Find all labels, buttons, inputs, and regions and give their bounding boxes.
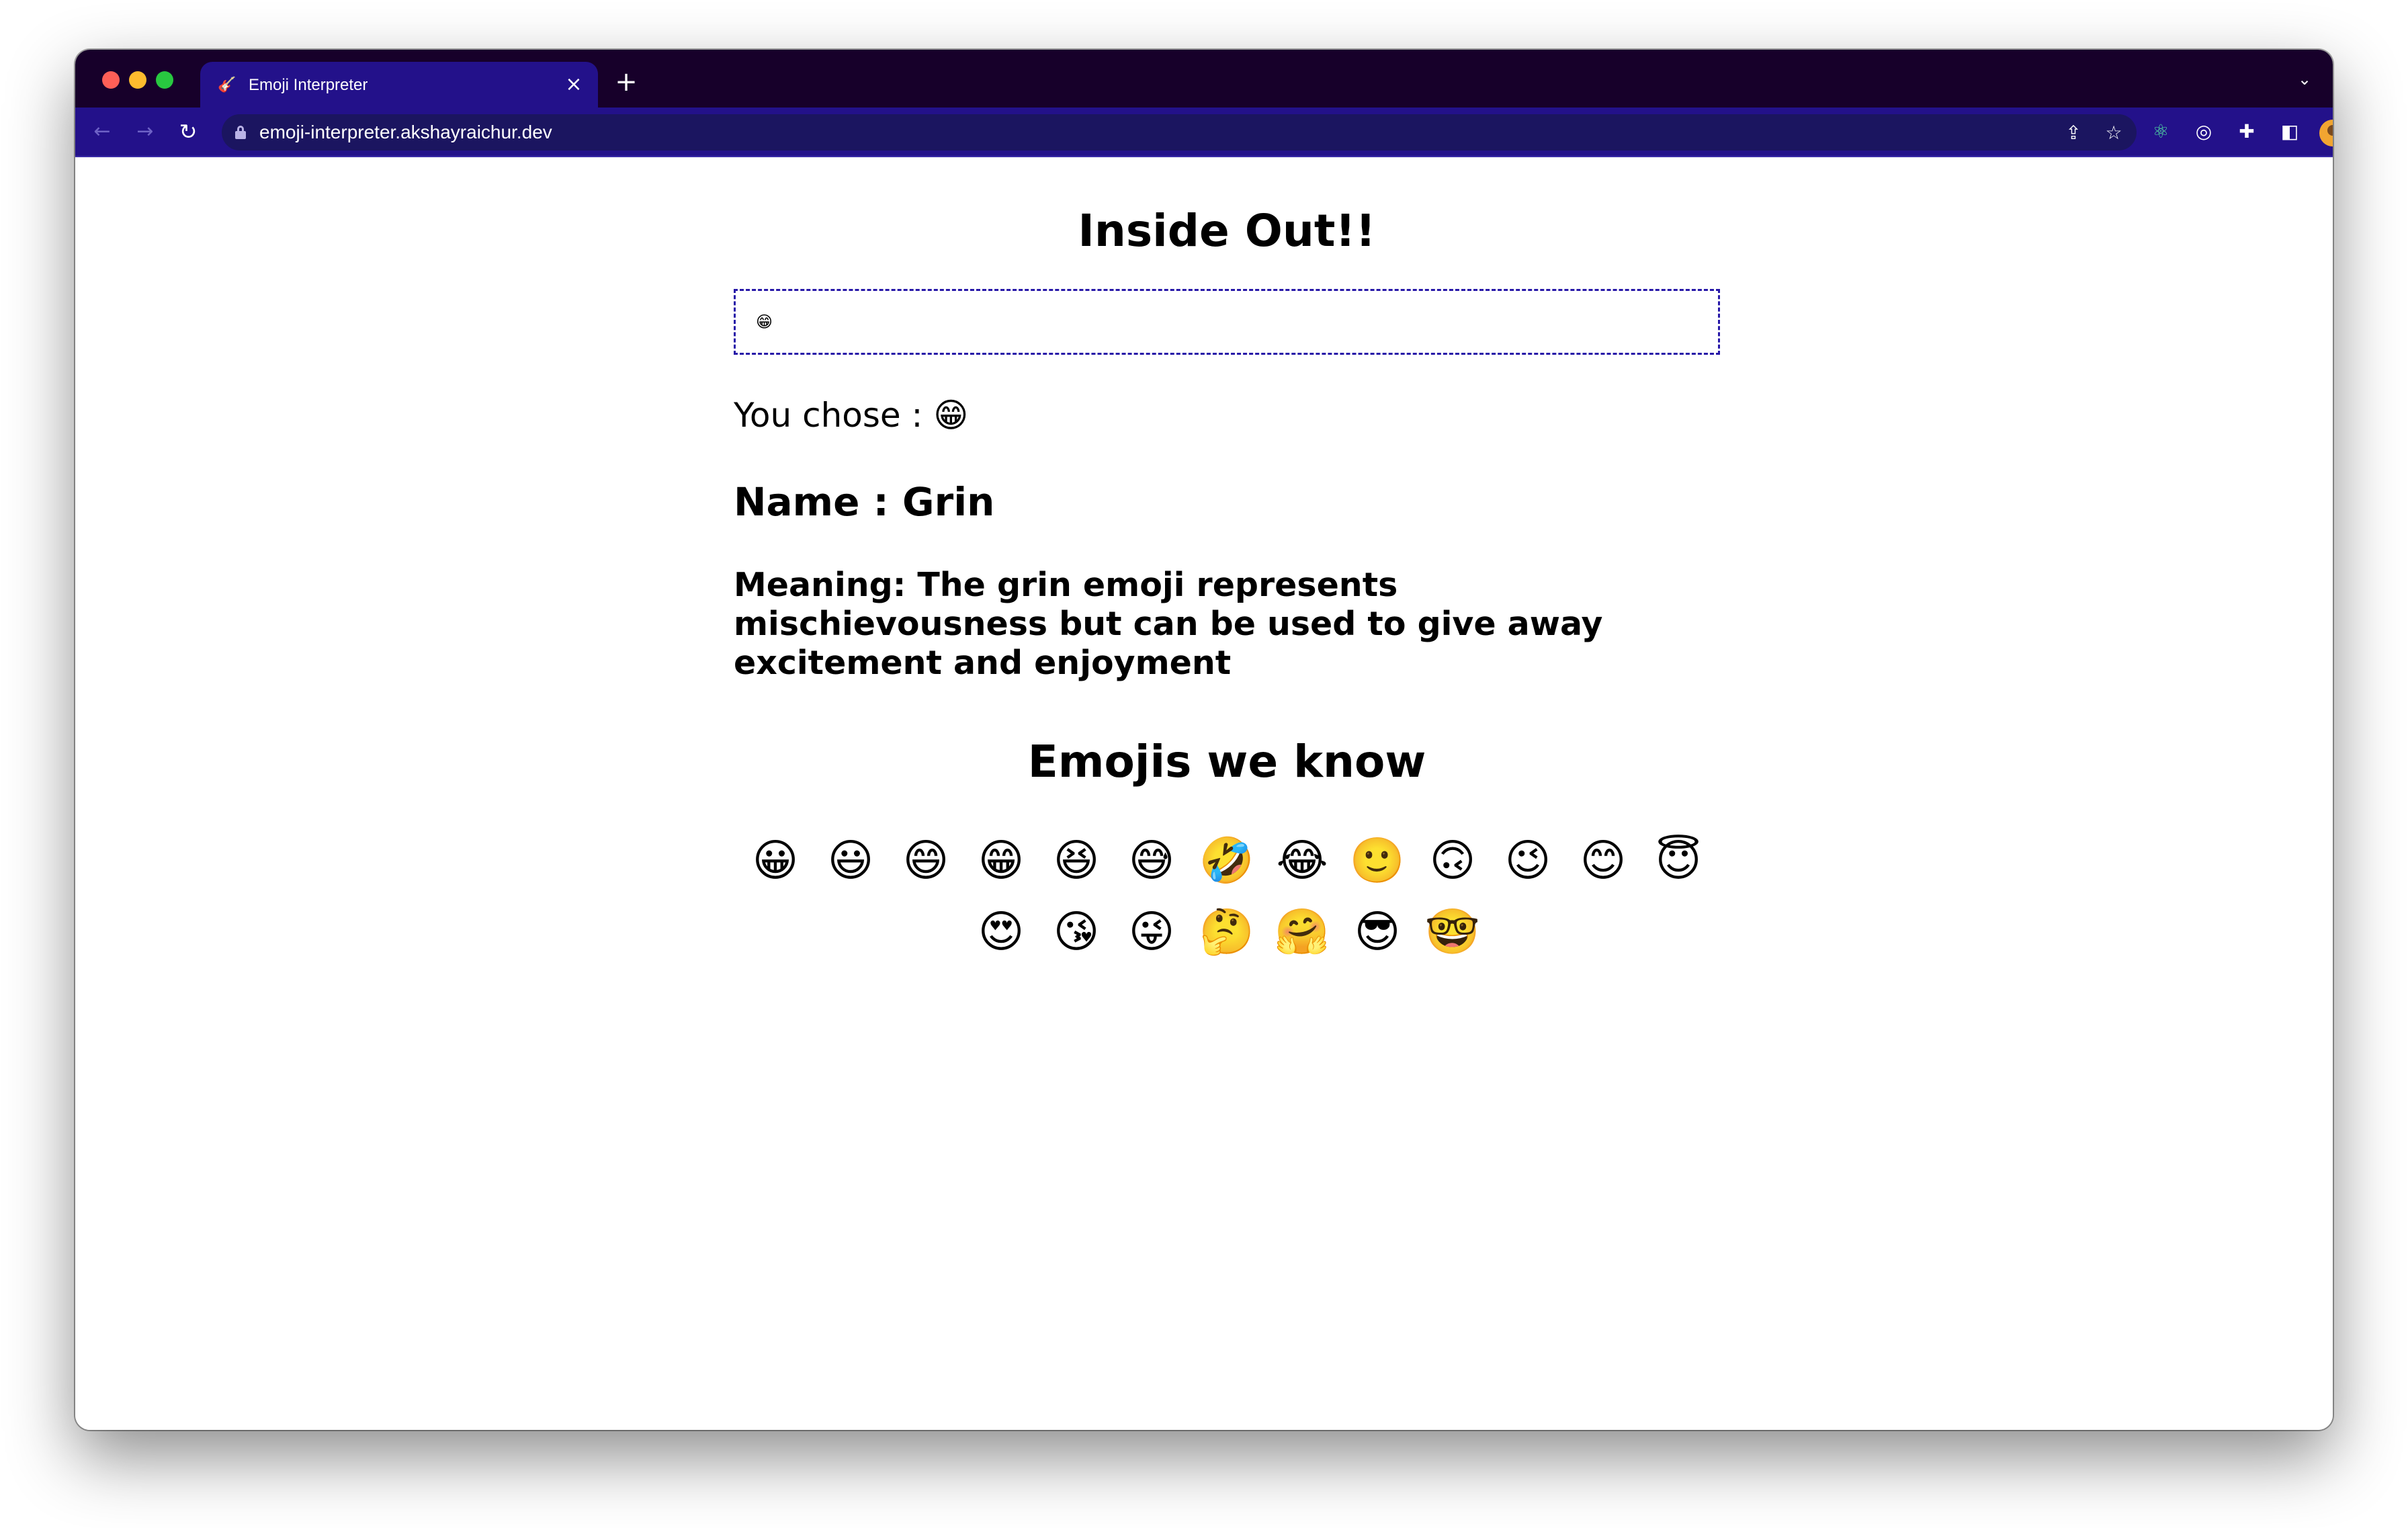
emoji-item[interactable]: 😅 <box>1114 825 1189 896</box>
reload-icon[interactable]: ↻ <box>173 117 203 146</box>
emoji-item[interactable]: 🙂 <box>1340 825 1415 896</box>
extensions-puzzle-icon[interactable]: ✚ <box>2233 118 2260 145</box>
close-tab-icon[interactable]: × <box>560 71 587 98</box>
browser-window: 🎸 Emoji Interpreter × + ⌄ ← → ↻ emoji-in… <box>75 50 2333 1430</box>
tab-title: Emoji Interpreter <box>249 76 368 94</box>
new-tab-button[interactable]: + <box>610 66 642 98</box>
emoji-item[interactable]: 😁 <box>963 825 1039 896</box>
close-window-button[interactable] <box>102 71 120 89</box>
emoji-item[interactable]: 😃 <box>813 825 888 896</box>
chevron-down-icon[interactable]: ⌄ <box>2291 66 2318 93</box>
emoji-item[interactable]: 😍 <box>963 896 1039 968</box>
known-emojis-title: Emojis we know <box>1027 736 1426 788</box>
maximize-window-button[interactable] <box>156 71 173 89</box>
emoji-item[interactable]: 🤣 <box>1189 825 1264 896</box>
page-content: Inside Out!! You chose : 😁 Name : Grin M… <box>75 159 2333 1430</box>
chosen-emoji-text: You chose : 😁 <box>734 396 969 435</box>
emoji-input[interactable] <box>734 289 1720 355</box>
page-title: Inside Out!! <box>1078 205 1376 257</box>
emoji-item[interactable]: 🤔 <box>1189 896 1264 968</box>
target-extension-icon[interactable]: ◎ <box>2190 118 2217 145</box>
guitar-icon: 🎸 <box>218 77 236 93</box>
emoji-name-text: Name : Grin <box>734 479 995 525</box>
emoji-item[interactable]: 😀 <box>738 825 813 896</box>
emoji-item[interactable]: 🤗 <box>1264 896 1340 968</box>
emoji-item[interactable]: 😘 <box>1039 896 1114 968</box>
side-panel-icon[interactable]: ◧ <box>2276 118 2303 145</box>
minimize-window-button[interactable] <box>129 71 146 89</box>
tab-bar: 🎸 Emoji Interpreter × + ⌄ <box>75 50 2333 108</box>
emoji-item[interactable]: 🙃 <box>1415 825 1490 896</box>
emoji-meaning-text: Meaning: The grin emoji represents misch… <box>734 566 1603 682</box>
url-text[interactable]: emoji-interpreter.akshayraichur.dev <box>259 122 552 142</box>
emoji-item[interactable]: 😉 <box>1490 825 1565 896</box>
bookmark-star-icon[interactable]: ☆ <box>2102 121 2126 145</box>
emoji-item[interactable]: 🤓 <box>1415 896 1490 968</box>
tab-emoji-interpreter[interactable]: 🎸 Emoji Interpreter × <box>200 62 598 108</box>
emoji-item[interactable]: 😄 <box>888 825 963 896</box>
emoji-item[interactable]: 😂 <box>1264 825 1340 896</box>
profile-avatar[interactable] <box>2319 120 2333 146</box>
emoji-item[interactable]: 😆 <box>1039 825 1114 896</box>
emoji-grid: 😀 😃 😄 😁 😆 😅 🤣 😂 🙂 🙃 😉 😊 😇 😍 😘 😜 🤔 🤗 😎 🤓 <box>734 825 1720 968</box>
emoji-item[interactable]: 😊 <box>1565 825 1641 896</box>
share-icon[interactable]: ⇪ <box>2061 121 2086 145</box>
lock-icon[interactable] <box>235 126 246 139</box>
address-bar[interactable]: emoji-interpreter.akshayraichur.dev ⇪ ☆ <box>222 114 2137 151</box>
forward-arrow-icon[interactable]: → <box>130 117 160 146</box>
react-devtools-icon[interactable]: ⚛ <box>2147 118 2174 145</box>
browser-toolbar: ← → ↻ emoji-interpreter.akshayraichur.de… <box>75 108 2333 157</box>
emoji-item[interactable]: 😎 <box>1340 896 1415 968</box>
emoji-item[interactable]: 😜 <box>1114 896 1189 968</box>
back-arrow-icon[interactable]: ← <box>87 117 117 146</box>
emoji-item[interactable]: 😇 <box>1641 825 1716 896</box>
